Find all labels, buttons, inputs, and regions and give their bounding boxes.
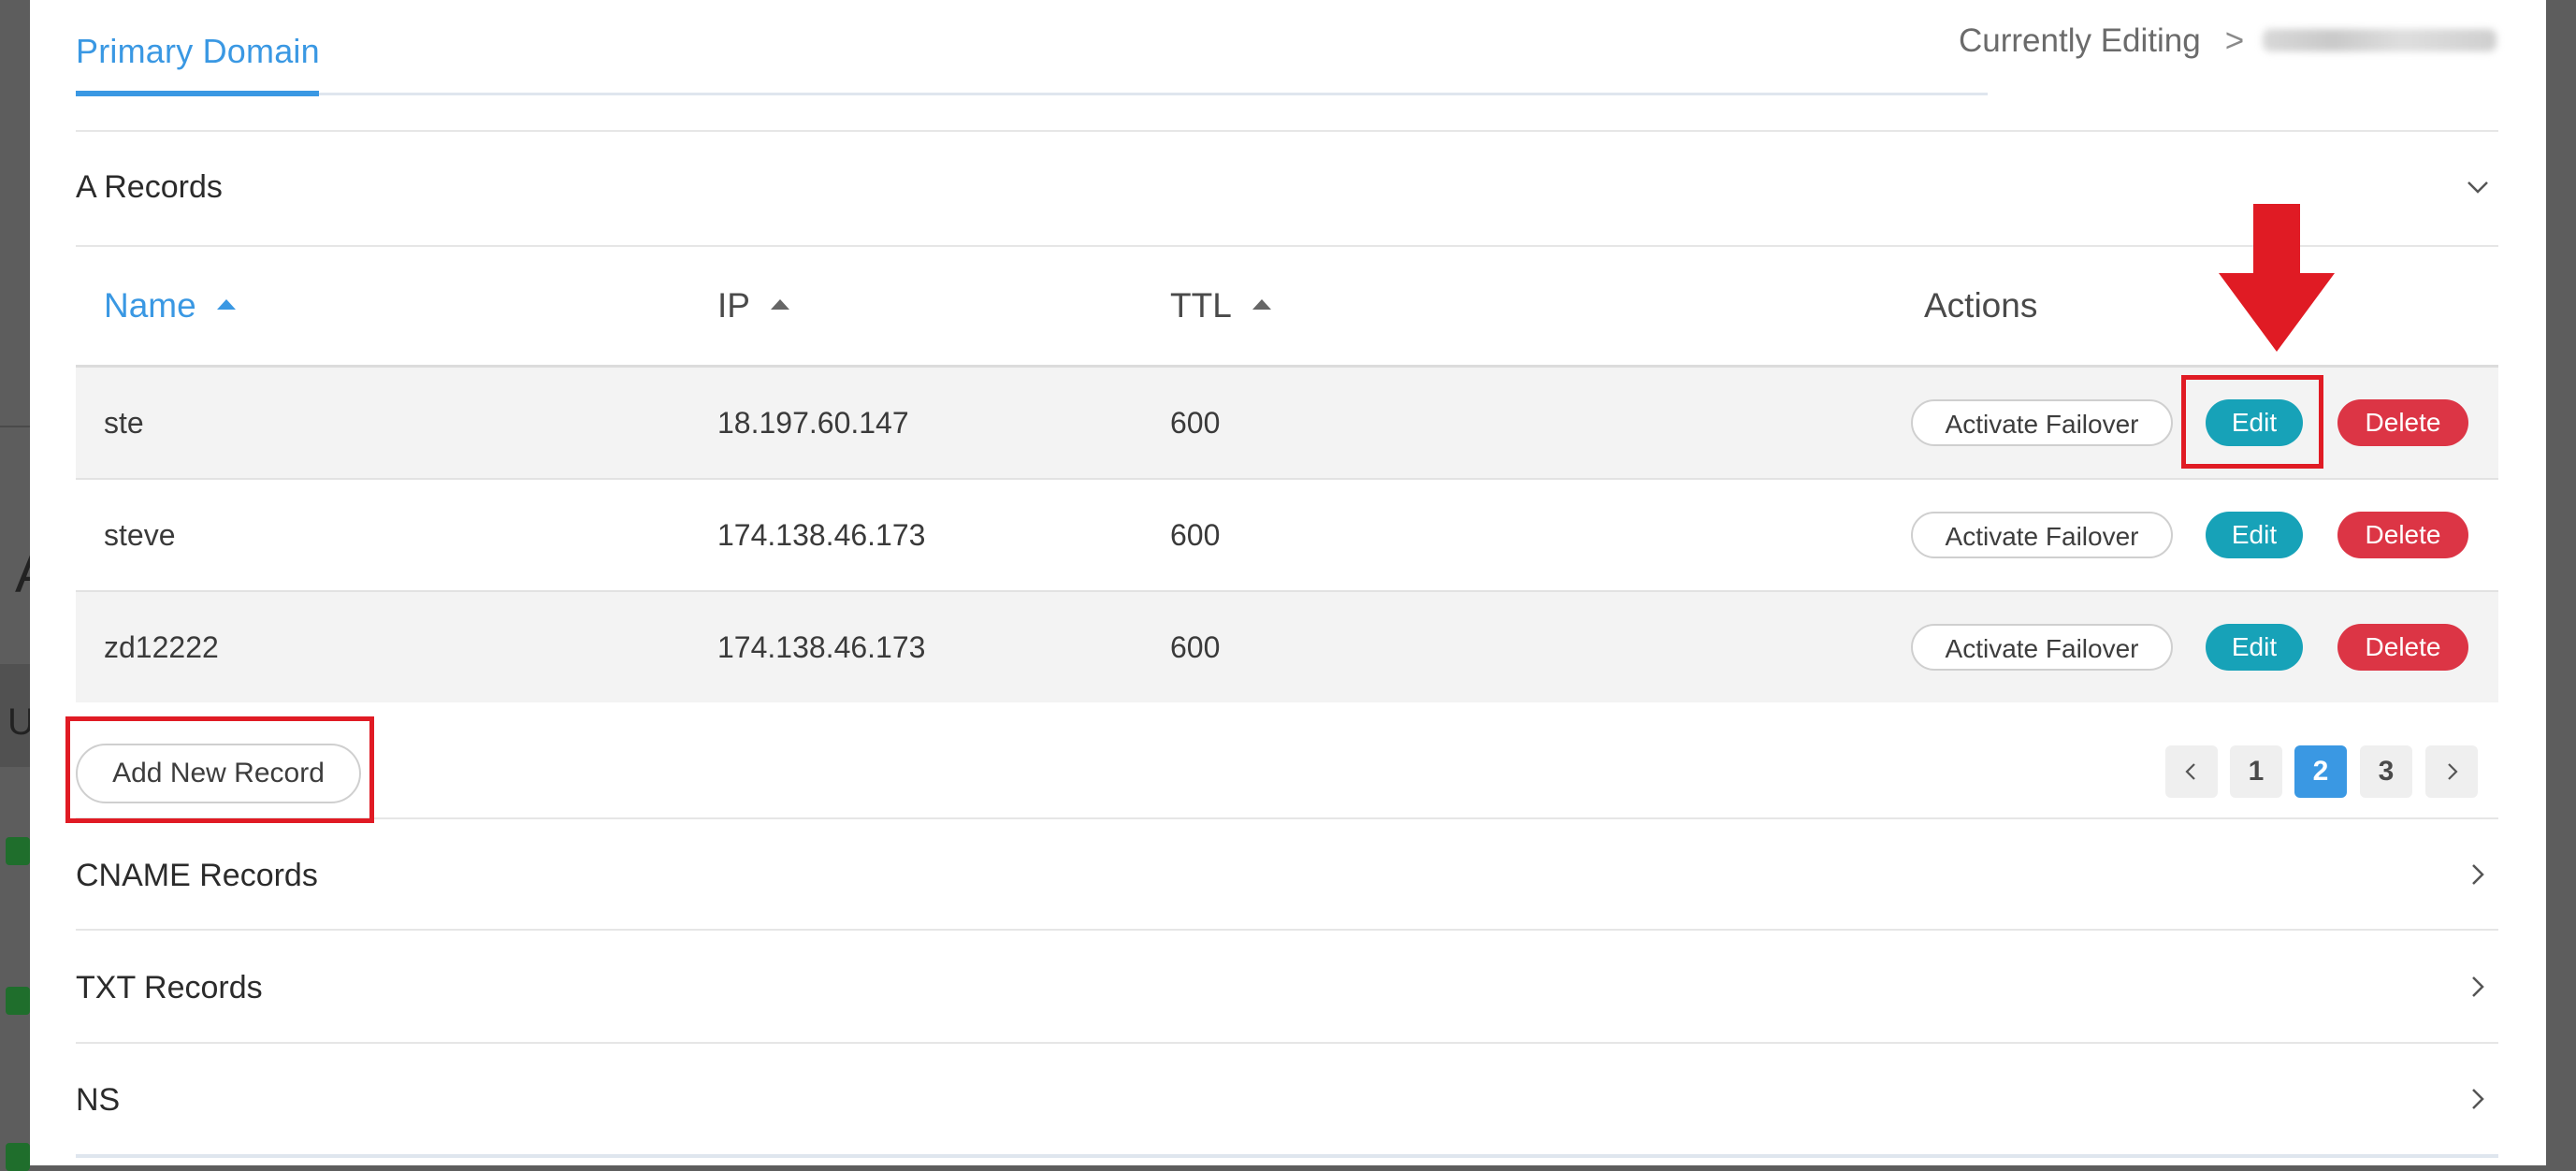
sort-asc-icon [216, 298, 236, 310]
redacted-domain-name [2263, 28, 2497, 51]
record-name: zd12222 [104, 630, 219, 664]
pagination-page-1[interactable]: 1 [2230, 745, 2282, 798]
table-row: zd12222 174.138.46.173 600 Activate Fail… [76, 592, 2498, 702]
edit-button[interactable]: Edit [2206, 512, 2303, 558]
pagination-prev[interactable] [2165, 745, 2218, 798]
dns-editor-modal: Primary Domain Currently Editing > A Reco… [30, 0, 2546, 1165]
record-name: steve [104, 518, 176, 552]
divider [76, 1154, 2498, 1158]
delete-button[interactable]: Delete [2337, 624, 2468, 671]
ns-records-title[interactable]: NS [76, 1082, 120, 1119]
divider [76, 817, 2498, 819]
record-name: ste [104, 406, 144, 440]
activate-failover-button[interactable]: Activate Failover [1911, 512, 2173, 558]
sort-asc-icon [770, 298, 789, 310]
pagination-page-2[interactable]: 2 [2294, 745, 2347, 798]
chevron-right-icon[interactable] [2464, 973, 2492, 1001]
table-row: ste 18.197.60.147 600 Activate Failover … [76, 368, 2498, 480]
txt-records-title[interactable]: TXT Records [76, 970, 263, 1006]
background-checkbox-icon [6, 987, 30, 1015]
column-header-actions: Actions [1924, 286, 2038, 325]
pagination-page-3[interactable]: 3 [2360, 745, 2412, 798]
column-header-ttl[interactable]: TTL [1170, 286, 1271, 325]
divider [76, 245, 2498, 247]
chevron-right-icon[interactable] [2464, 1085, 2492, 1113]
currently-editing-breadcrumb: Currently Editing > [1959, 22, 2497, 60]
divider [76, 929, 2498, 931]
sort-asc-icon [1252, 298, 1271, 310]
background-divider [0, 426, 30, 427]
table-row: steve 174.138.46.173 600 Activate Failov… [76, 480, 2498, 592]
red-down-arrow-icon [2219, 204, 2335, 352]
column-header-name-label: Name [104, 286, 196, 325]
divider [76, 1042, 2498, 1044]
chevron-right-icon [2448, 763, 2458, 780]
activate-failover-button[interactable]: Activate Failover [1911, 399, 2173, 446]
activate-failover-button[interactable]: Activate Failover [1911, 624, 2173, 671]
column-header-ttl-label: TTL [1170, 286, 1232, 325]
column-header-ip[interactable]: IP [717, 286, 789, 325]
column-header-ip-label: IP [717, 286, 750, 325]
add-record-highlight-box [65, 716, 374, 823]
tab-active-indicator [76, 91, 319, 96]
record-ttl: 600 [1170, 406, 1221, 440]
background-checkbox-icon [6, 1143, 30, 1171]
record-ip: 18.197.60.147 [717, 406, 909, 440]
a-records-title[interactable]: A Records [76, 169, 223, 206]
tab-primary-domain[interactable]: Primary Domain [76, 32, 320, 71]
background-checkbox-icon [6, 837, 30, 865]
column-header-name[interactable]: Name [104, 286, 236, 325]
chevron-down-icon[interactable] [2464, 173, 2492, 201]
chevron-right-icon[interactable] [2464, 860, 2492, 889]
cname-records-title[interactable]: CNAME Records [76, 858, 318, 894]
chevron-left-icon [2185, 763, 2195, 780]
tab-track [76, 93, 1988, 95]
record-ip: 174.138.46.173 [717, 630, 926, 664]
edit-highlight-box [2181, 375, 2323, 469]
record-ip: 174.138.46.173 [717, 518, 926, 552]
edit-button[interactable]: Edit [2206, 624, 2303, 671]
breadcrumb-separator: > [2224, 22, 2245, 59]
divider [76, 130, 2498, 132]
delete-button[interactable]: Delete [2337, 512, 2468, 558]
delete-button[interactable]: Delete [2337, 399, 2468, 446]
pagination-next[interactable] [2425, 745, 2478, 798]
currently-editing-label: Currently Editing [1959, 22, 2201, 59]
record-ttl: 600 [1170, 518, 1221, 552]
record-ttl: 600 [1170, 630, 1221, 664]
